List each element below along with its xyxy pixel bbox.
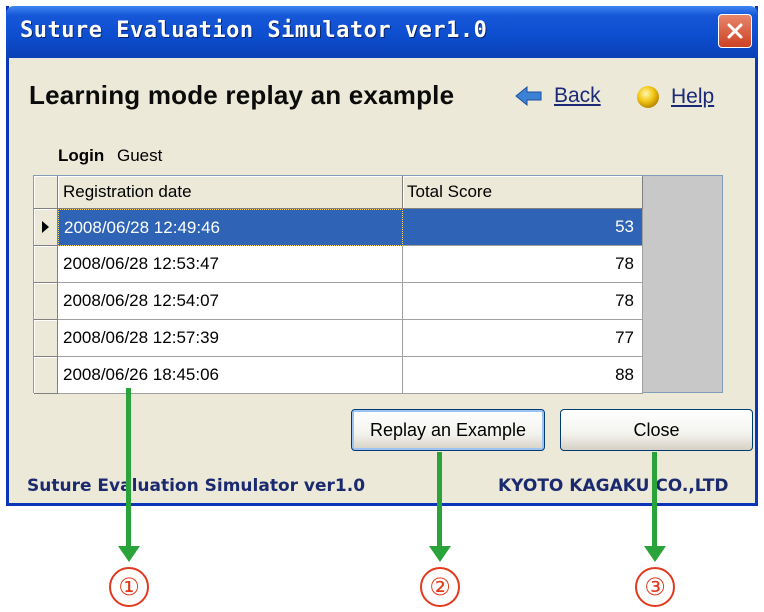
annotation-arrow-1-line: [126, 388, 131, 548]
login-label: Login: [58, 146, 105, 165]
score-cell[interactable]: 78: [403, 283, 643, 320]
window-title: Suture Evaluation Simulator ver1.0: [20, 18, 488, 43]
help-orb-icon: [637, 86, 659, 108]
date-cell[interactable]: 2008/06/26 18:45:06: [58, 357, 403, 394]
close-button[interactable]: Close: [560, 409, 753, 451]
score-cell[interactable]: 77: [403, 320, 643, 357]
annotation-arrow-3-line: [652, 452, 657, 548]
row-selector[interactable]: [34, 246, 58, 283]
back-link[interactable]: Back: [514, 84, 601, 108]
annotation-arrow-1-head: [117, 546, 140, 562]
current-row-arrow-icon: [42, 221, 49, 233]
annotation-marker-2: ②: [420, 567, 460, 607]
annotation-marker-1: ①: [109, 567, 149, 607]
row-header-corner: [34, 176, 58, 209]
table-row[interactable]: 2008/06/28 12:49:46 53: [34, 209, 643, 246]
date-cell[interactable]: 2008/06/28 12:53:47: [58, 246, 403, 283]
table-row[interactable]: 2008/06/28 12:57:39 77: [34, 320, 643, 357]
registration-grid[interactable]: Registration date Total Score 2008/06/28…: [33, 175, 723, 394]
annotation-arrow-2-head: [428, 546, 451, 562]
score-cell[interactable]: 78: [403, 246, 643, 283]
row-selector[interactable]: [34, 320, 58, 357]
date-cell[interactable]: 2008/06/28 12:57:39: [58, 320, 403, 357]
page-title: Learning mode replay an example: [29, 80, 455, 110]
title-bar: Suture Evaluation Simulator ver1.0: [6, 6, 758, 58]
column-header-score[interactable]: Total Score: [403, 176, 643, 209]
date-cell[interactable]: 2008/06/28 12:54:07: [58, 283, 403, 320]
replay-example-button[interactable]: Replay an Example: [351, 409, 545, 451]
window-close-button[interactable]: [718, 14, 752, 48]
annotation-marker-3: ③: [635, 567, 675, 607]
help-link-label: Help: [671, 85, 715, 108]
app-window: Suture Evaluation Simulator ver1.0 Learn…: [6, 6, 758, 506]
login-user: Guest: [117, 146, 163, 165]
annotation-arrow-2-line: [437, 452, 442, 548]
row-selector[interactable]: [34, 283, 58, 320]
close-icon: [727, 23, 743, 39]
row-selector[interactable]: [34, 357, 58, 394]
grid-header-row: Registration date Total Score: [34, 176, 643, 209]
column-header-date[interactable]: Registration date: [58, 176, 403, 209]
footer-app-name: Suture Evaluation Simulator ver1.0: [27, 476, 366, 496]
back-link-label: Back: [554, 84, 601, 107]
footer-company: KYOTO KAGAKU CO.,LTD: [498, 476, 729, 496]
annotation-arrow-3-head: [643, 546, 666, 562]
content-area: Learning mode replay an example Back Hel…: [9, 58, 755, 503]
arrow-left-icon: [515, 85, 542, 107]
table-row[interactable]: 2008/06/28 12:53:47 78: [34, 246, 643, 283]
row-selector[interactable]: [34, 209, 58, 246]
score-cell[interactable]: 53: [403, 209, 643, 246]
date-cell[interactable]: 2008/06/28 12:49:46: [58, 209, 403, 246]
login-info: Login Guest: [58, 146, 162, 166]
help-link[interactable]: Help: [635, 84, 714, 110]
table-row[interactable]: 2008/06/28 12:54:07 78: [34, 283, 643, 320]
score-cell[interactable]: 88: [403, 357, 643, 394]
